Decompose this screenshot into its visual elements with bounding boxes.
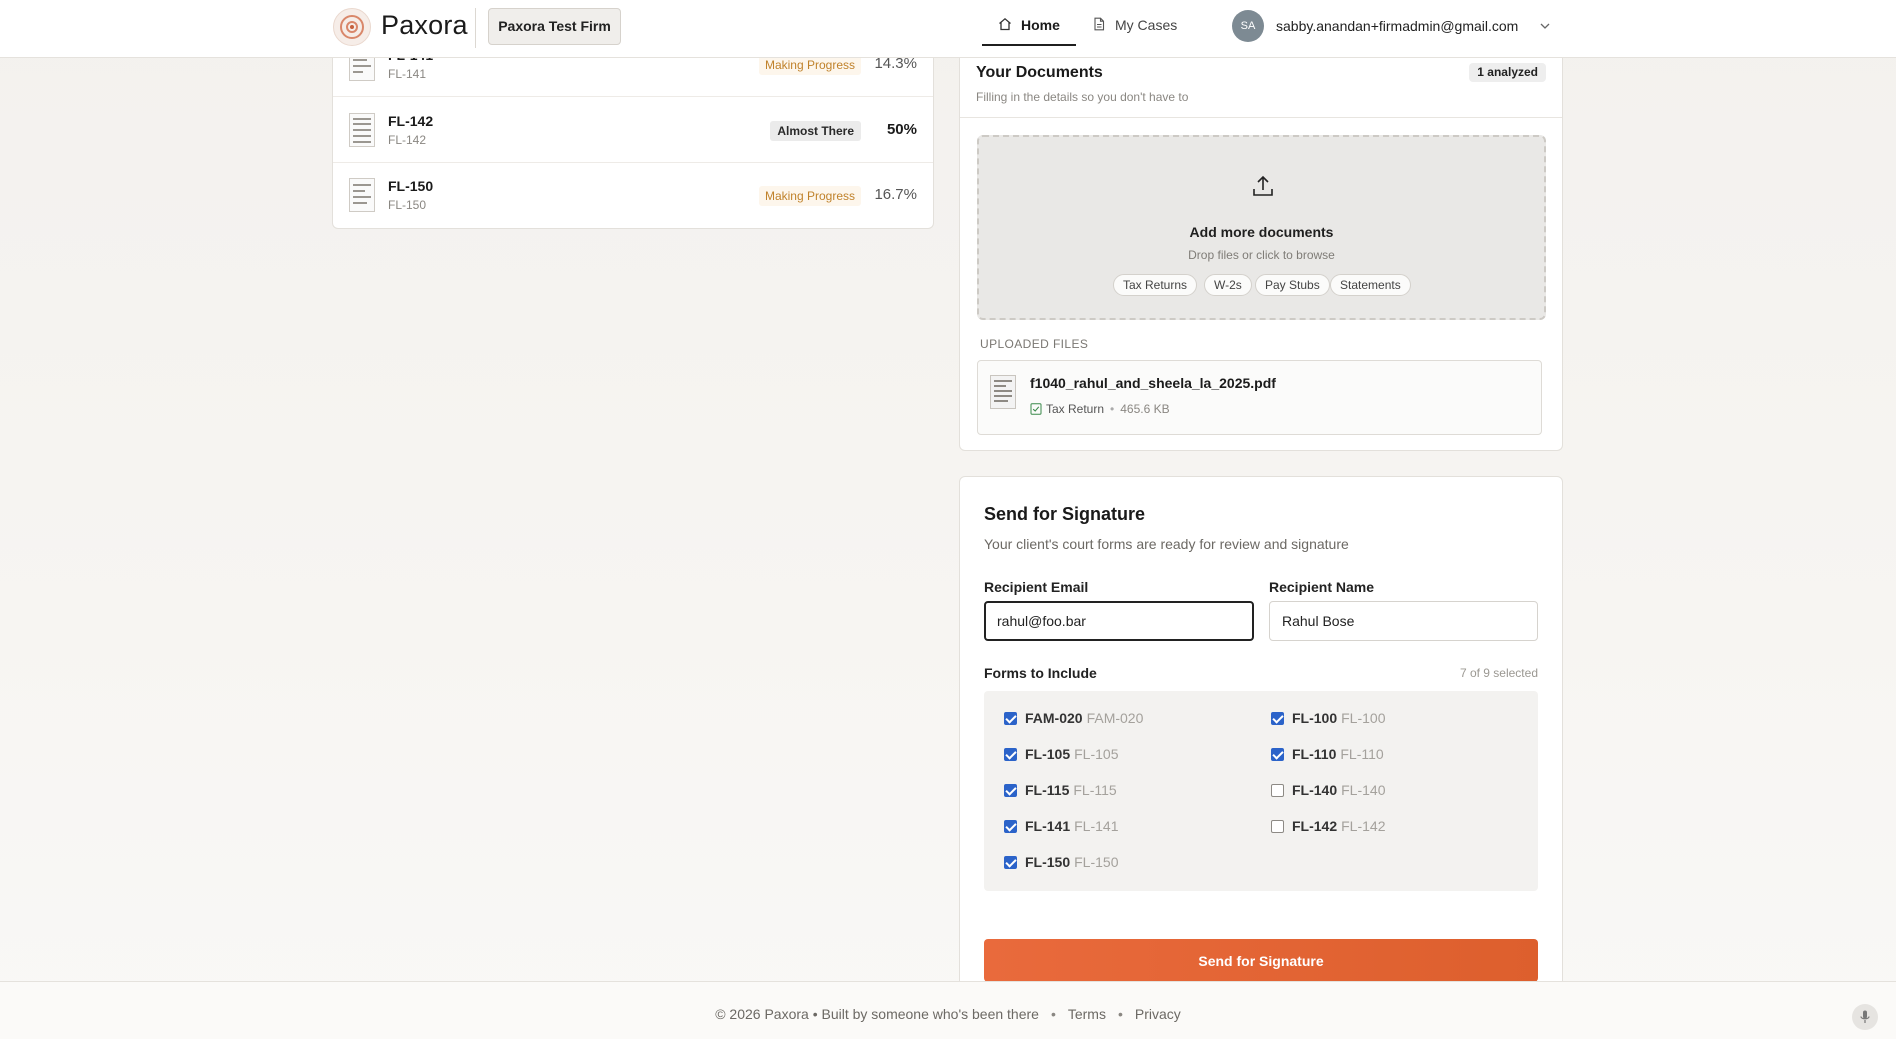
form-code: FL-141 [388,67,427,81]
status-badge: Making Progress [758,55,861,75]
microphone-button[interactable] [1852,1004,1878,1030]
send-signature-panel: Send for Signature Your client's court f… [959,476,1563,996]
paxora-logo-icon[interactable] [333,8,371,46]
chip-pay-stubs: Pay Stubs [1255,274,1330,296]
footer-separator: • [1117,1006,1123,1022]
page-footer: © 2026 Paxora • Built by someone who's b… [0,981,1896,1039]
checkbox-checked-icon[interactable] [1004,820,1017,833]
forms-to-include-label: Forms to Include [984,665,1097,681]
avatar[interactable]: SA [1232,10,1264,42]
uploaded-file-item[interactable]: f1040_rahul_and_sheela_la_2025.pdf Tax R… [977,360,1542,435]
form-code: FL-150 [388,198,427,212]
uploaded-files-label: UPLOADED FILES [980,337,1089,351]
meta-separator: • [1110,402,1115,416]
checkbox-checked-icon[interactable] [1004,748,1017,761]
documents-divider [960,117,1562,118]
file-type: Tax Return [1046,402,1105,416]
home-icon [999,17,1011,31]
file-meta: Tax Return • 465.6 KB [1030,402,1170,416]
list-item[interactable]: FL-142 FL-142 Almost There 50% [333,98,933,163]
progress-percent: 16.7% [874,186,917,203]
nav-home-label: Home [1021,17,1060,33]
form-name: FL-150 [388,178,434,194]
status-badge: Almost There [770,121,861,141]
privacy-link[interactable]: Privacy [1135,1006,1181,1022]
checkbox-unchecked-icon[interactable] [1271,784,1284,797]
documents-subtitle: Filling in the details so you don't have… [976,90,1189,104]
firm-switcher-button[interactable]: Paxora Test Firm [488,8,621,45]
recipient-name-label: Recipient Name [1269,579,1375,595]
upload-icon [1253,175,1273,196]
forms-checklist: FAM-020 FAM-020 FL-100 FL-100 FL-105 FL-105… [984,691,1538,891]
signature-title: Send for Signature [984,504,1146,524]
header-divider [475,8,476,48]
forms-progress-list: FL-141 FL-141 Making Progress 14.3% FL-1… [332,40,934,229]
document-icon [1094,17,1105,31]
form-name: FL-142 [388,113,434,129]
footer-separator: • [1050,1006,1056,1022]
document-check-icon [1030,403,1042,415]
analyzed-badge: 1 analyzed [1469,63,1546,82]
nav-my-cases[interactable]: My Cases [1092,0,1182,46]
send-for-signature-button[interactable]: Send for Signature [984,939,1538,982]
dropzone-title: Add more documents [1189,224,1334,240]
file-thumbnail-icon [990,375,1016,409]
signature-subtitle: Your client's court forms are ready for … [984,536,1349,552]
chip-statements: Statements [1330,274,1411,296]
brand-name[interactable]: Paxora [381,10,468,41]
nav-my-cases-label: My Cases [1115,17,1178,33]
documents-title: Your Documents [976,64,1103,81]
documents-panel: Your Documents Filling in the details so… [959,40,1563,451]
list-item[interactable]: FL-150 FL-150 Making Progress 16.7% [333,163,933,228]
recipient-name-input[interactable] [1269,601,1538,641]
chip-tax-returns: Tax Returns [1113,274,1198,296]
form-thumbnail-icon [349,178,375,212]
recipient-email-label: Recipient Email [984,579,1089,595]
chip-w2s: W-2s [1204,274,1252,296]
checkbox-checked-icon[interactable] [1004,784,1017,797]
status-badge: Making Progress [758,186,861,206]
terms-link[interactable]: Terms [1068,1006,1106,1022]
forms-selected-count: 7 of 9 selected [1459,666,1538,680]
file-size: 465.6 KB [1120,402,1170,416]
nav-home[interactable]: Home [982,0,1076,46]
progress-percent: 50% [886,121,917,138]
checkbox-checked-icon[interactable] [1271,748,1284,761]
chevron-down-icon[interactable] [1539,20,1551,32]
copyright-text: © 2026 Paxora • Built by someone who's b… [715,1006,1039,1022]
file-name: f1040_rahul_and_sheela_la_2025.pdf [1030,375,1276,391]
footer-text: © 2026 Paxora • Built by someone who's b… [0,1006,1896,1022]
checkbox-checked-icon[interactable] [1271,712,1284,725]
form-thumbnail-icon [349,113,375,147]
user-email[interactable]: sabby.anandan+firmadmin@gmail.com [1276,18,1518,34]
top-header: Paxora Paxora Test Firm Home My Cases SA… [0,0,1896,58]
form-code: FL-142 [388,133,427,147]
checkbox-unchecked-icon[interactable] [1271,820,1284,833]
checkbox-checked-icon[interactable] [1004,856,1017,869]
microphone-icon [1860,1010,1870,1023]
document-dropzone[interactable]: Add more documents Drop files or click t… [977,135,1546,320]
recipient-email-input[interactable] [984,601,1254,641]
dropzone-subtitle: Drop files or click to browse [1188,248,1335,262]
checkbox-checked-icon[interactable] [1004,712,1017,725]
